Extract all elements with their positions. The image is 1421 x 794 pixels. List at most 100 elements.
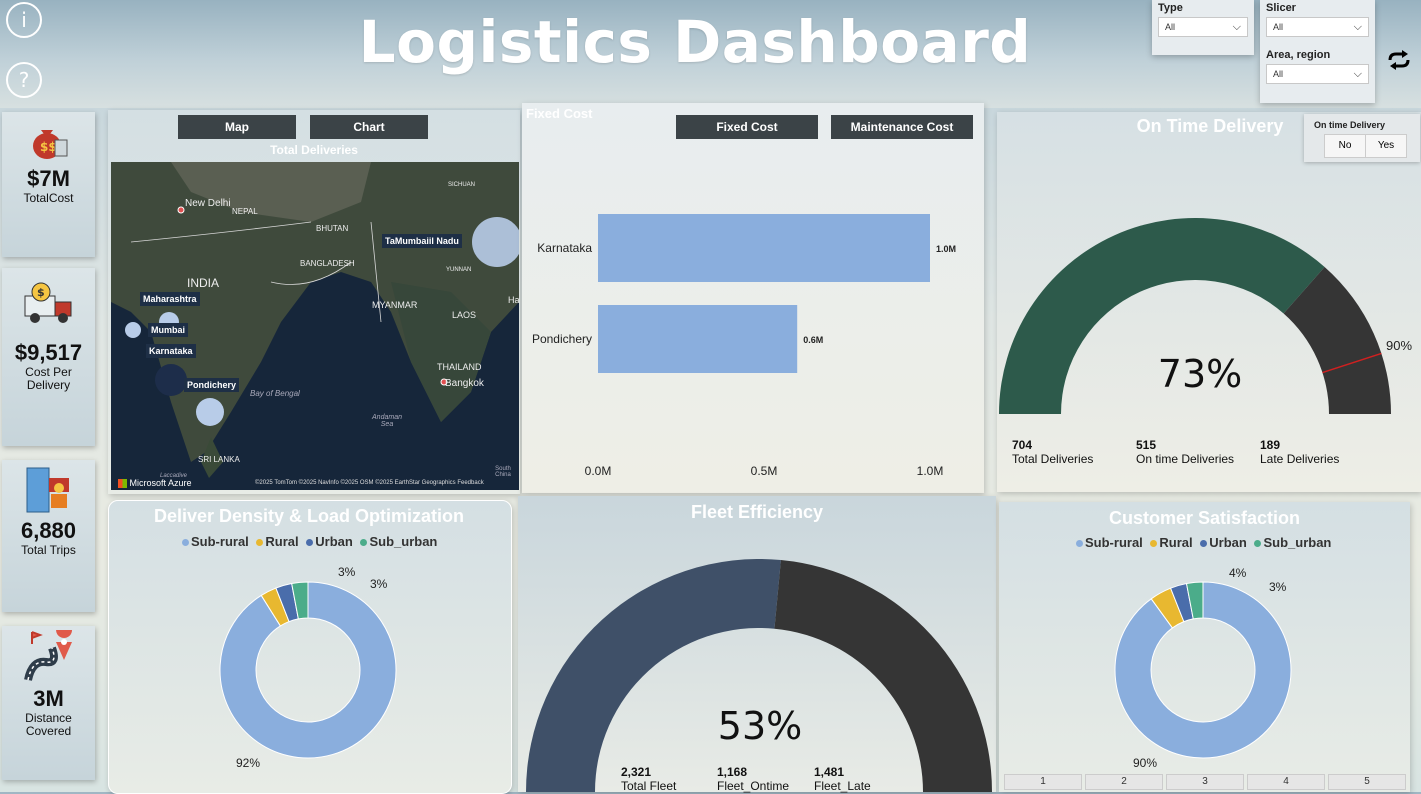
area-dropdown-value: All	[1273, 69, 1284, 79]
stat-value: 2,321	[621, 765, 652, 779]
legend-label: Sub-rural	[1085, 535, 1143, 550]
category-label: Karnataka	[537, 241, 592, 255]
bubble-label: Mumbai	[148, 323, 189, 337]
toggle-no-button[interactable]: No	[1324, 134, 1366, 158]
area-dropdown[interactable]: All ⌵	[1266, 64, 1369, 84]
legend-dot	[1200, 540, 1208, 548]
map-bubble[interactable]	[125, 322, 141, 338]
bubble-label: Maharashtra	[140, 292, 200, 306]
donut-label: 92%	[236, 756, 261, 770]
legend-dot	[1076, 540, 1083, 548]
map-label: Ha	[508, 295, 520, 305]
legend-label: Urban	[315, 534, 353, 549]
kpi-total-trips: 6,880 Total Trips	[2, 460, 95, 612]
question-icon[interactable]: ?	[6, 62, 42, 98]
density-legend: Sub-rural Rural Urban Sub_urban	[182, 534, 437, 549]
map-tab-button[interactable]: Map	[178, 115, 296, 139]
donut-label: 3%	[1269, 580, 1287, 594]
stat-value: 1,481	[814, 765, 845, 779]
legend-label: Sub_urban	[369, 534, 438, 549]
map-bubble[interactable]	[196, 398, 224, 426]
map-label: SRI LANKA	[198, 455, 240, 464]
legend-label: Sub_urban	[1263, 535, 1332, 550]
kpi-caption: Cost Per Delivery	[25, 365, 72, 392]
bubble-label: TaMumbaiil Nadu	[382, 234, 462, 248]
gauge-value-arc	[526, 559, 781, 792]
x-tick-label: 0.5M	[751, 464, 778, 478]
stat-on-time-deliveries: 515 On time Deliveries	[1136, 438, 1234, 466]
kpi-value: 3M	[33, 686, 64, 711]
map-label: YUNNAN	[446, 267, 472, 273]
page-button[interactable]: 3	[1166, 774, 1244, 790]
info-icon[interactable]: i	[6, 2, 42, 38]
satisfaction-legend: Sub-rural Rural Urban Sub_urban	[1076, 535, 1331, 550]
legend-dot	[1150, 540, 1158, 548]
stat-value: 704	[1012, 438, 1033, 452]
refresh-icon[interactable]	[1386, 50, 1412, 75]
bubble-label: Karnataka	[146, 344, 196, 358]
kpi-caption: Distance Covered	[25, 711, 72, 738]
fleet-title: Fleet Efficiency	[690, 502, 824, 522]
page-button[interactable]: 5	[1328, 774, 1406, 790]
stat-caption: Total Deliveries	[1012, 452, 1094, 466]
cargo-icon	[23, 464, 75, 516]
map-label: South China	[495, 466, 511, 478]
page-button[interactable]: 4	[1247, 774, 1325, 790]
fixed-cost-button[interactable]: Fixed Cost	[676, 115, 818, 139]
slicer-dropdown-value: All	[1273, 22, 1284, 32]
legend-dot	[1254, 540, 1262, 548]
map-label: LAOS	[452, 310, 477, 320]
legend-dot	[182, 539, 189, 547]
satisfaction-donut	[1114, 581, 1292, 759]
x-tick-label: 0.0M	[585, 464, 612, 478]
legend-dot	[306, 539, 314, 547]
donut-label: 3%	[338, 565, 356, 579]
chevron-down-icon: ⌵	[1353, 21, 1362, 33]
legend-label: Urban	[1209, 535, 1247, 550]
stat-fleet-ontime: 1,168 Fleet_Ontime	[717, 765, 789, 793]
stat-caption: On time Deliveries	[1136, 452, 1235, 466]
page-navigator: 1 2 3 4 5	[1004, 774, 1406, 790]
chart-tab-button[interactable]: Chart	[310, 115, 428, 139]
route-pin-icon	[22, 622, 76, 684]
data-label: 0.6M	[803, 335, 823, 345]
donut-label: 3%	[370, 577, 388, 591]
map-credits: ©2025 TomTom ©2025 NavInfo ©2025 OSM ©20…	[255, 480, 484, 486]
maintenance-cost-button[interactable]: Maintenance Cost	[831, 115, 973, 139]
map-label: THAILAND	[437, 362, 482, 372]
on-time-target: 90%	[1386, 338, 1413, 353]
map-label: BHUTAN	[316, 224, 349, 233]
x-tick-label: 1.0M	[917, 464, 944, 478]
slicer-label: Slicer	[1266, 2, 1296, 14]
map-bubble[interactable]	[155, 364, 187, 396]
stat-total-deliveries: 704 Total Deliveries	[1012, 438, 1093, 466]
page-title: Logistics Dashboard	[358, 8, 1032, 76]
azure-logo: Microsoft Azure	[118, 478, 192, 489]
city-marker	[177, 206, 185, 214]
bar	[598, 305, 798, 373]
type-slicer-label: Type	[1158, 2, 1183, 14]
fixed-cost-title: Fixed Cost	[526, 106, 593, 121]
stat-late-deliveries: 189 Late Deliveries	[1260, 438, 1339, 466]
area-slicer-label: Area, region	[1266, 49, 1331, 61]
category-label: Pondichery	[532, 332, 592, 346]
svg-text:$$: $$	[40, 140, 57, 154]
kpi-value: $7M	[27, 166, 70, 191]
money-bag-icon: $$	[29, 120, 69, 160]
page-button[interactable]: 1	[1004, 774, 1082, 790]
type-slicer: Type All ⌵	[1152, 0, 1254, 55]
legend-label: Rural	[1159, 535, 1193, 550]
on-time-title: On Time Delivery	[1136, 116, 1284, 136]
slicer-dropdown[interactable]: All ⌵	[1266, 17, 1369, 37]
stat-caption: Late Deliveries	[1260, 452, 1340, 466]
type-dropdown[interactable]: All ⌵	[1158, 17, 1248, 37]
on-time-toggle: On time Delivery No Yes	[1304, 114, 1420, 162]
map-label: SICHUAN	[448, 182, 476, 188]
stat-caption: Fleet_Late	[814, 779, 871, 793]
kpi-value: $9,517	[14, 340, 83, 365]
page-button[interactable]: 2	[1085, 774, 1163, 790]
kpi-caption: TotalCost	[23, 191, 74, 205]
azure-brand-text: Microsoft Azure	[129, 478, 192, 488]
fleet-gauge	[526, 559, 992, 792]
toggle-yes-button[interactable]: Yes	[1365, 134, 1407, 158]
